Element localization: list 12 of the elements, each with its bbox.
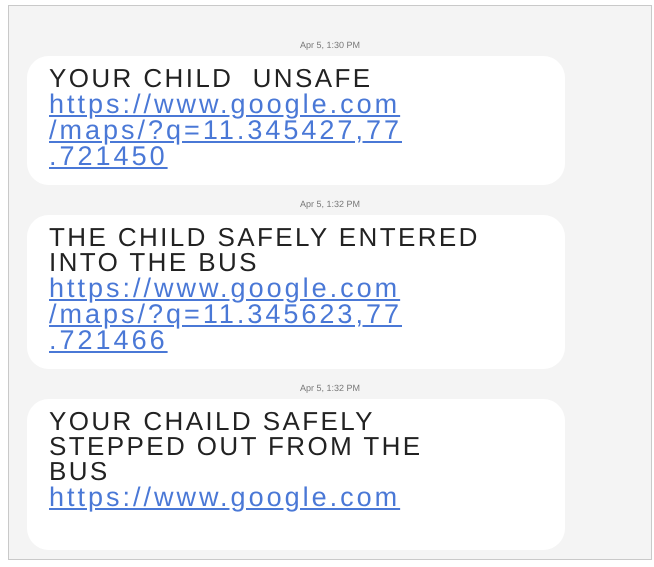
message-timestamp: Apr 5, 1:30 PM bbox=[298, 39, 362, 52]
message-text: YOUR CHILD UNSAFE bbox=[49, 66, 374, 91]
map-link[interactable]: https://www.google.com bbox=[49, 484, 400, 510]
message-text: BUS bbox=[49, 459, 111, 484]
map-link[interactable]: https://www.google.com bbox=[49, 275, 400, 301]
message-text: THE CHILD SAFELY ENTERED bbox=[49, 225, 481, 250]
message-timestamp: Apr 5, 1:32 PM bbox=[298, 198, 362, 211]
message-text: STEPPED OUT FROM THE bbox=[49, 434, 424, 459]
map-link[interactable]: https://www.google.com bbox=[49, 91, 400, 117]
message-text: YOUR CHAILD SAFELY bbox=[49, 409, 376, 434]
message-timestamp: Apr 5, 1:32 PM bbox=[298, 382, 362, 395]
message-text: INTO THE BUS bbox=[49, 250, 260, 275]
